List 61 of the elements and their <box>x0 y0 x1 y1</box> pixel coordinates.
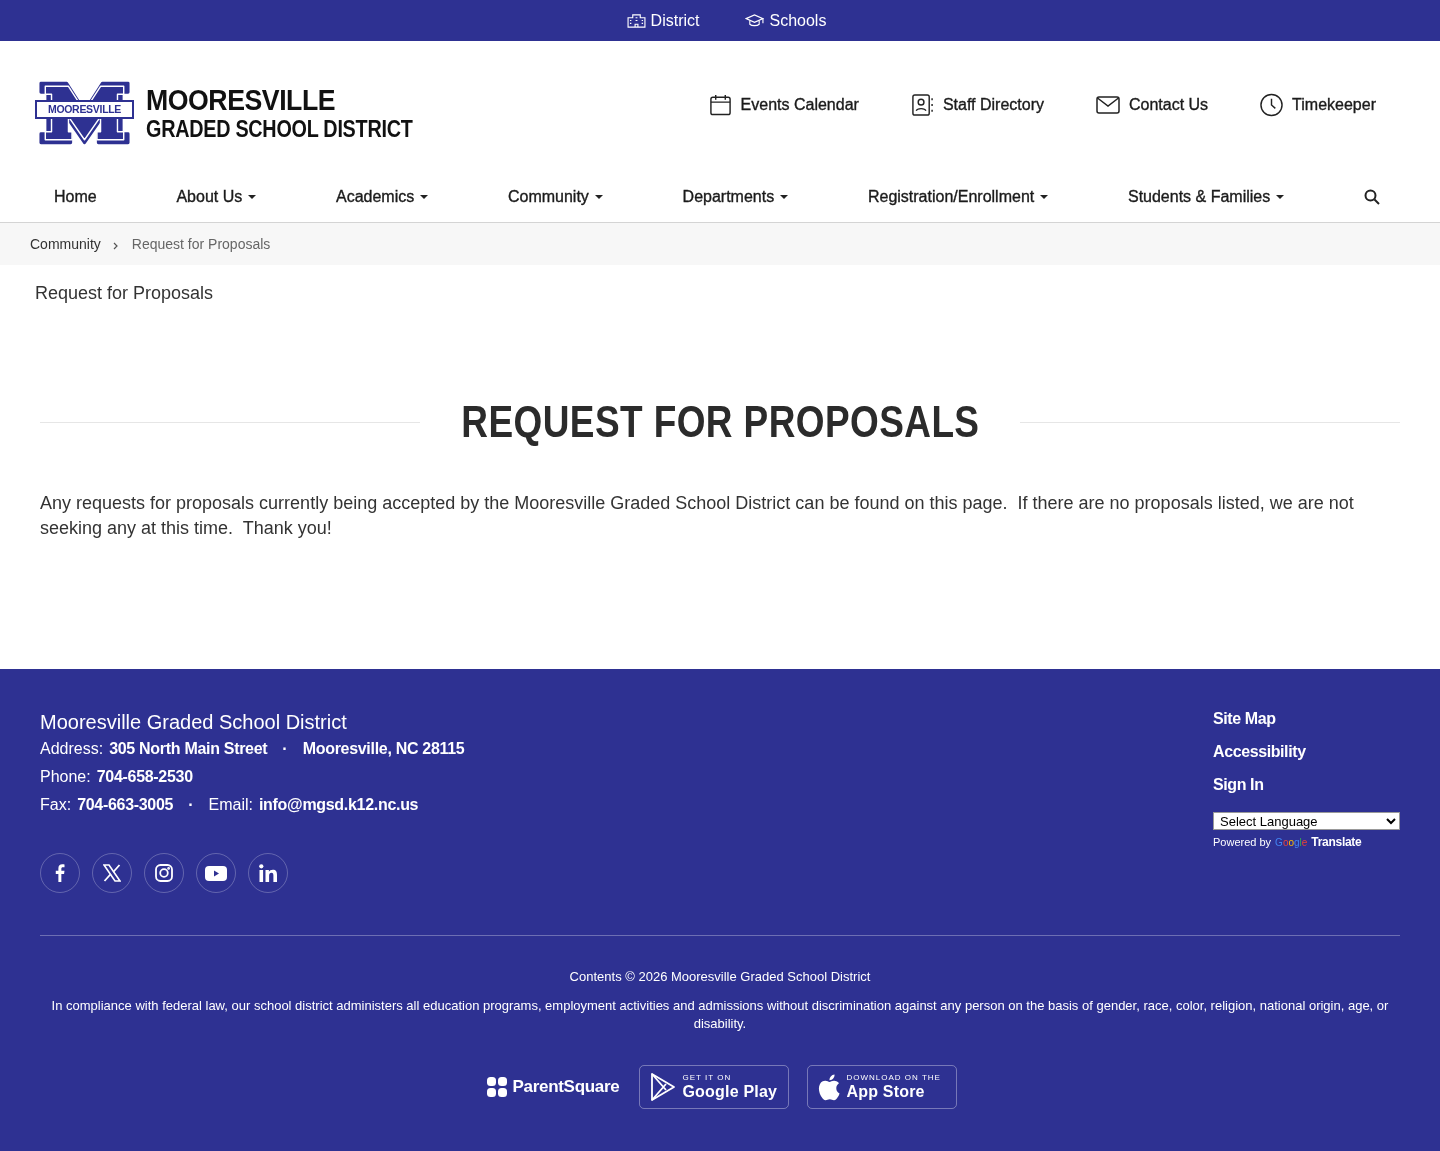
youtube-icon <box>205 865 227 881</box>
copyright-text: Contents © 2026 Mooresville Graded School District <box>568 968 872 986</box>
nav-menu-item[interactable]: Registration/Enrollment <box>867 188 1049 206</box>
contact-card-icon <box>910 92 934 117</box>
nav-menu-item[interactable]: About Us <box>176 188 257 206</box>
x-logo-icon <box>103 864 121 882</box>
apple-icon <box>818 1073 841 1101</box>
google-wordmark: Google <box>1275 836 1308 848</box>
contact-link[interactable]: 704-663-3005 <box>77 791 174 819</box>
page-title: Request for Proposals <box>35 282 215 305</box>
building-icon <box>626 13 646 28</box>
contact-label: Address: <box>40 739 104 759</box>
app-store-badge[interactable]: DOWNLOAD ON THE App Store <box>807 1065 958 1109</box>
powered-by-text: Powered by <box>1213 836 1272 848</box>
contact-label: Fax: <box>40 795 72 815</box>
footer-link[interactable]: Site Map <box>1213 709 1276 729</box>
contact-link[interactable]: 305 North Main Street <box>109 735 268 763</box>
quick-link[interactable]: Staff Directory <box>910 92 1044 117</box>
page-heading: REQUEST FOR PROPOSALS <box>460 396 980 448</box>
top-bar-link[interactable]: District <box>626 11 700 30</box>
logo-title: MOORESVILLE <box>146 85 337 115</box>
contact-label: Email: <box>208 795 253 815</box>
top-bar-link[interactable]: Schools <box>745 11 827 30</box>
district-name: Mooresville Graded School District <box>40 710 348 735</box>
linkedin-icon <box>259 864 277 882</box>
google-play-badge[interactable]: GET IT ON Google Play <box>639 1065 790 1109</box>
quick-link[interactable]: Events Calendar <box>708 92 859 117</box>
nav-menu-item[interactable]: Academics <box>335 188 429 206</box>
logo-subtitle: GRADED SCHOOL DISTRICT <box>146 117 413 141</box>
contact-link[interactable]: 704-658-2530 <box>96 763 193 791</box>
nav-menu-item[interactable]: Community <box>507 188 603 206</box>
calendar-icon <box>708 92 732 117</box>
nav-menu-item[interactable]: Departments <box>682 188 789 206</box>
language-select[interactable]: Select Language <box>1213 812 1400 830</box>
body-paragraph: Any requests for proposals currently being accepted by the Mooresville Graded School District can be found on this page. If there are no proposals listed, we are not seeking any at this time. Thank you! <box>40 492 1355 540</box>
compliance-text: In compliance with federal law, our school district administers all education programs, employment activities and admissions without discrimination against any person on the basis of gender, race, color, religion, national origin, age, or disability. <box>50 997 1390 1033</box>
contact-link[interactable]: Mooresville, NC 28115 <box>302 735 465 763</box>
clock-icon <box>1260 92 1284 117</box>
contact-link[interactable]: info@mgsd.k12.nc.us <box>258 791 419 819</box>
nav-menu-item[interactable]: Students & Families <box>1127 188 1285 206</box>
footer-link[interactable]: Sign In <box>1213 775 1264 795</box>
contact-label: Phone: <box>40 767 91 787</box>
search-icon <box>1363 189 1380 205</box>
quick-link[interactable]: Contact Us <box>1095 95 1209 114</box>
envelope-icon <box>1095 95 1120 114</box>
breadcrumb-link[interactable]: Request for Proposals <box>131 236 271 252</box>
instagram-icon <box>155 864 173 882</box>
search-button[interactable] <box>1363 189 1380 205</box>
graduation-cap-icon <box>745 13 765 28</box>
chevron-right-icon <box>112 241 118 250</box>
quick-link[interactable]: Timekeeper <box>1260 92 1376 117</box>
separator-dot: · <box>282 739 288 759</box>
four-tiles-icon <box>486 1077 507 1097</box>
footer-link[interactable]: Accessibility <box>1213 742 1306 762</box>
separator-dot: · <box>188 795 194 815</box>
translate-link[interactable]: Translate <box>1311 835 1362 849</box>
nav-menu-item[interactable]: Home <box>54 188 97 206</box>
breadcrumb-link[interactable]: Community <box>30 236 101 252</box>
parentsquare-link[interactable]: ParentSquare <box>486 1077 620 1097</box>
play-triangle-icon <box>650 1072 677 1102</box>
logo-banner: MOORESVILLE <box>35 100 134 119</box>
